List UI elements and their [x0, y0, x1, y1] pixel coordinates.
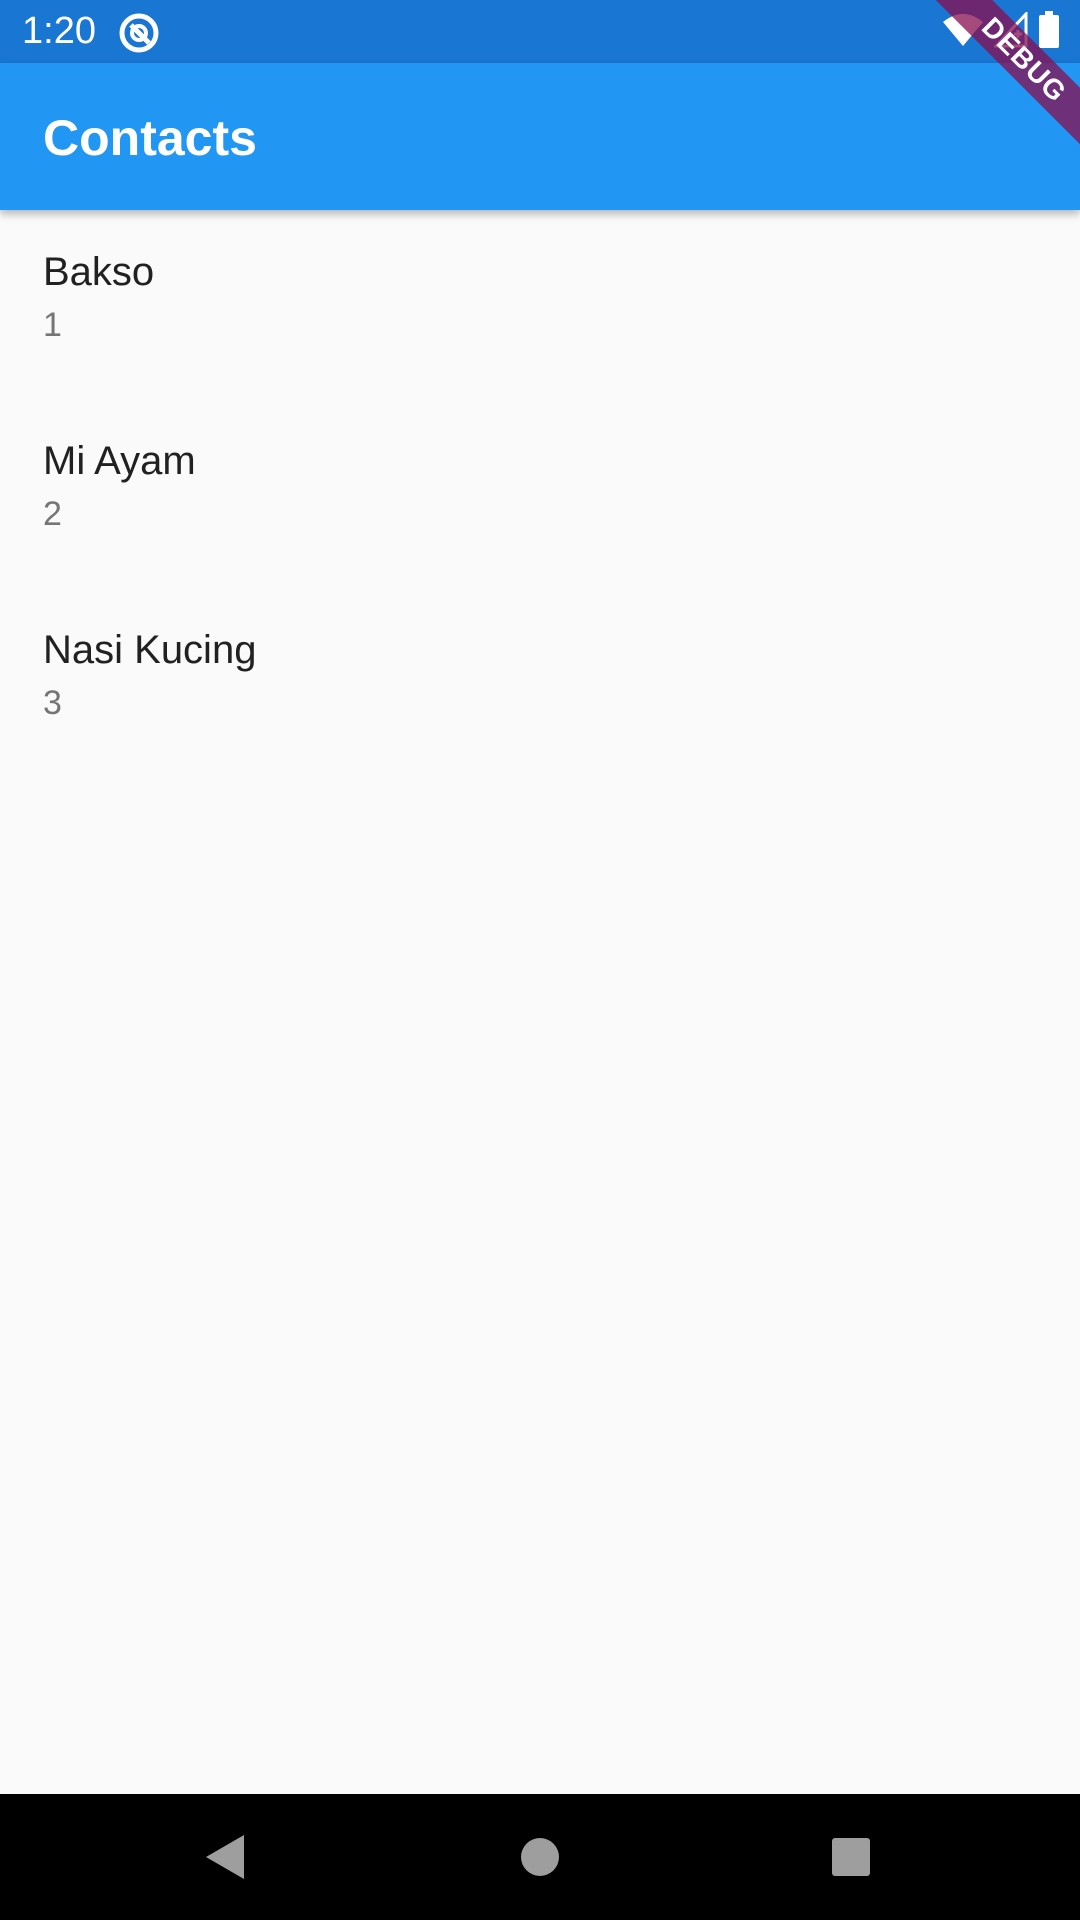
list-item[interactable]: Mi Ayam 2 — [0, 437, 1080, 626]
back-icon[interactable] — [192, 1824, 258, 1890]
contact-name: Nasi Kucing — [43, 628, 257, 672]
contact-number: 2 — [43, 495, 62, 533]
cellular-icon — [992, 9, 1028, 53]
navigation-bar — [0, 1794, 1080, 1920]
app-notification-icon — [118, 12, 160, 54]
contact-number: 1 — [43, 306, 62, 344]
contact-number: 3 — [43, 684, 62, 722]
wifi-icon — [942, 12, 984, 53]
contact-list: Bakso 1 Mi Ayam 2 Nasi Kucing 3 — [0, 210, 1080, 815]
status-time: 1:20 — [22, 10, 96, 52]
recents-icon[interactable] — [818, 1824, 884, 1890]
contact-name: Mi Ayam — [43, 439, 196, 483]
home-icon[interactable] — [507, 1824, 573, 1890]
list-item[interactable]: Nasi Kucing 3 — [0, 626, 1080, 815]
screen: 1:20 Contacts DEBUG Bakso 1 Mi Ayam 2 Na… — [0, 0, 1080, 1920]
status-bar: 1:20 — [0, 0, 1080, 63]
list-item[interactable]: Bakso 1 — [0, 248, 1080, 437]
page-title: Contacts — [43, 110, 257, 166]
app-bar: Contacts — [0, 63, 1080, 210]
battery-icon — [1038, 10, 1060, 54]
status-icons — [942, 9, 1060, 54]
contact-name: Bakso — [43, 250, 155, 294]
